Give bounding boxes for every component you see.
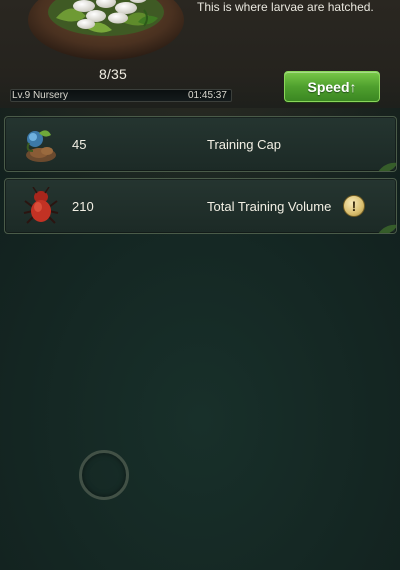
hatch-timer: 01:45:37 [188,90,227,101]
leaf-decoration-icon [378,224,396,233]
stat-row-total-training-volume: 210 Total Training Volume ! [4,178,397,234]
loading-ring-indicator [79,450,129,500]
building-description: This is where larvae are hatched. [197,0,374,14]
total-training-volume-label: Total Training Volume [207,199,332,214]
exclamation-icon: ! [351,198,357,214]
training-cap-label: Training Cap [207,137,281,152]
nursery-header: This is where larvae are hatched. 8/35 L… [0,0,400,108]
stat-row-training-cap: 45 Training Cap [4,116,397,172]
nursery-screen: This is where larvae are hatched. 8/35 L… [0,0,400,570]
egg-nest-icon [28,0,184,60]
training-volume-info-button[interactable]: ! [343,195,365,217]
building-level-label: Lv.9 Nursery [12,90,68,101]
training-cap-value: 45 [72,137,87,152]
speed-up-label: Speed↑ [307,78,357,95]
speed-up-button[interactable]: Speed↑ [284,71,380,102]
larva-ant-icon [26,130,56,162]
larvae-count: 8/35 [98,66,128,82]
red-ant-icon [23,187,59,224]
total-training-volume-value: 210 [72,199,94,214]
leaf-decoration-icon [378,162,396,171]
